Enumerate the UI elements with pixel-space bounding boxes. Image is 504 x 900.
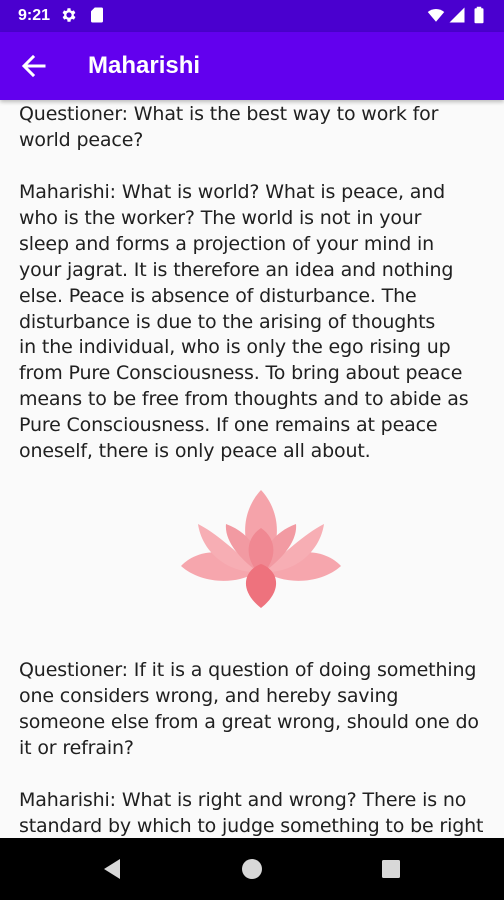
answer-paragraph: Maharishi: What is right and wrong? Ther… — [19, 789, 484, 837]
question-paragraph: Questioner: What is the best way to work… — [19, 103, 439, 151]
back-triangle-icon[interactable] — [98, 855, 126, 883]
status-bar: 9:21 — [0, 0, 504, 32]
recents-square-icon[interactable] — [377, 855, 405, 883]
back-button[interactable] — [14, 46, 54, 86]
lotus-flower-icon — [181, 490, 341, 608]
status-time: 9:21 — [18, 7, 51, 24]
page-title: Maharishi — [88, 52, 201, 79]
home-circle-icon[interactable] — [238, 855, 266, 883]
cellular-signal-icon — [449, 7, 465, 23]
system-nav-bar — [0, 838, 504, 900]
answer-paragraph: Maharishi: What is world? What is peace,… — [19, 181, 469, 463]
gear-icon — [62, 8, 76, 22]
battery-icon — [474, 6, 484, 24]
question-paragraph: Questioner: If it is a question of doing… — [19, 659, 479, 759]
sd-card-icon — [91, 7, 103, 23]
app-bar: Maharishi — [0, 32, 504, 100]
wifi-icon — [427, 8, 445, 22]
arrow-left-icon — [21, 54, 46, 78]
content-scroll-area[interactable]: Questioner: What is the best way to work… — [0, 100, 504, 838]
